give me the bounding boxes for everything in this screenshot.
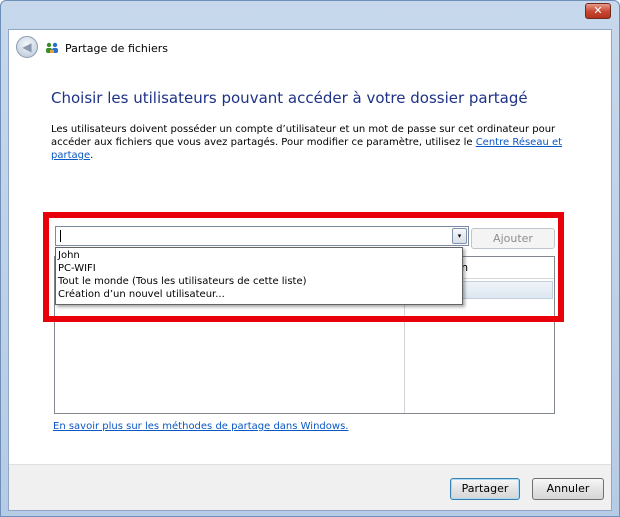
close-button[interactable]: ✕ [585, 3, 611, 19]
back-button[interactable]: ◀ [16, 36, 38, 58]
share-button[interactable]: Partager [450, 478, 520, 500]
back-arrow-icon: ◀ [22, 40, 32, 54]
window-title: Partage de fichiers [65, 42, 168, 55]
learn-more-link[interactable]: En savoir plus sur les méthodes de parta… [53, 421, 348, 432]
footer-bar: Partager Annuler [9, 464, 611, 510]
description-text: Les utilisateurs doivent posséder un com… [51, 123, 576, 162]
description-suffix: . [90, 150, 94, 161]
page-title: Choisir les utilisateurs pouvant accéder… [51, 89, 528, 107]
file-sharing-window: ✕ ◀ Partage de fichiers Choisir les util… [0, 0, 620, 517]
wizard-header: ◀ Partage de fichiers [9, 30, 611, 66]
wizard-content: ◀ Partage de fichiers Choisir les utilis… [8, 29, 612, 511]
title-bar[interactable]: ✕ [1, 1, 619, 29]
users-sharing-icon [46, 42, 58, 53]
cancel-button[interactable]: Annuler [532, 478, 604, 500]
highlight-annotation [43, 212, 564, 322]
close-icon: ✕ [593, 4, 603, 17]
